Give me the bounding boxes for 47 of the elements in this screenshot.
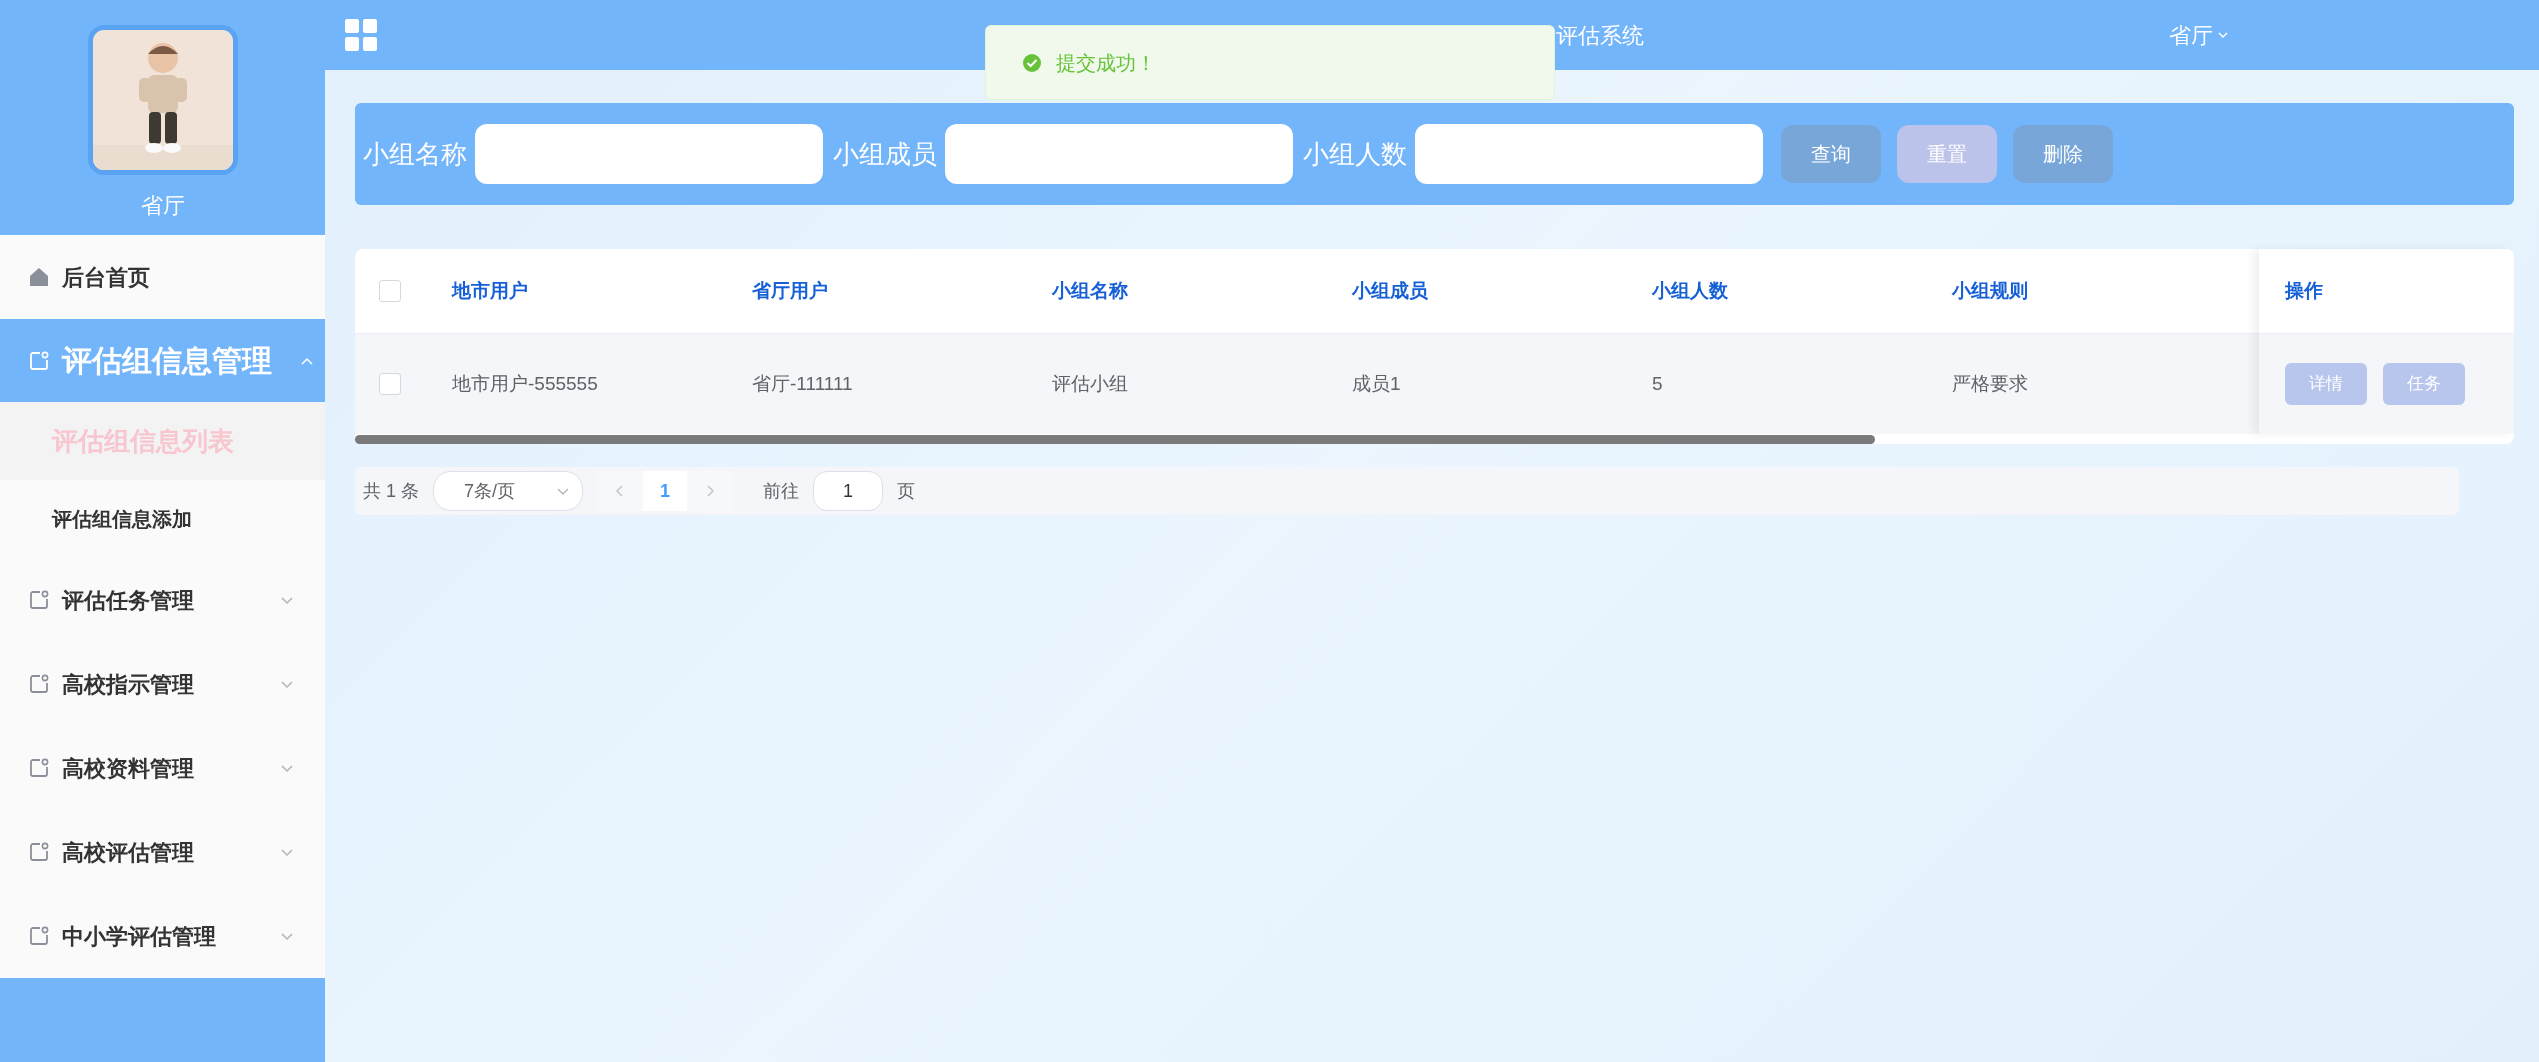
menu-item[interactable]: 中小学评估管理	[0, 894, 325, 978]
submenu-item[interactable]: 评估组信息添加	[0, 480, 325, 558]
toast: 提交成功！	[985, 25, 1555, 100]
checkbox[interactable]	[379, 280, 401, 302]
menu-item[interactable]: 高校资料管理	[0, 726, 325, 810]
field-label: 小组名称	[363, 137, 467, 171]
column-header: 操作	[2285, 278, 2323, 303]
goto-label: 前往	[763, 479, 799, 503]
input-field[interactable]	[945, 124, 1293, 184]
total-count: 共 1 条	[363, 479, 419, 503]
table-cell-text: 严格要求	[1951, 371, 2029, 396]
table-cell-text: 成员1	[1351, 371, 1402, 396]
column-header: 小组成员	[1351, 278, 1429, 303]
menu-item[interactable]: 高校指示管理	[0, 642, 325, 726]
column-header: 省厅用户	[751, 278, 829, 303]
home-icon	[28, 266, 50, 288]
input-field[interactable]	[475, 124, 823, 184]
input-field[interactable]	[1415, 124, 1763, 184]
menu-item[interactable]: 高校评估管理	[0, 810, 325, 894]
page-size-select[interactable]: 7条/页	[433, 471, 583, 511]
page-input[interactable]: 1	[813, 471, 883, 511]
header-title: 评估系统	[1556, 21, 1644, 50]
document-icon	[28, 673, 50, 695]
table-cell-text: 5	[1651, 371, 1664, 396]
table-cell-text: 评估小组	[1051, 371, 1129, 396]
page-suffix: 页	[897, 479, 915, 503]
menu-item[interactable]: 后台首页	[0, 235, 325, 319]
document-icon	[28, 757, 50, 779]
user-name: 省厅	[140, 192, 185, 220]
document-icon	[28, 349, 50, 372]
scrollbar-thumb[interactable]	[355, 435, 1875, 444]
column-header: 小组人数	[1651, 278, 1729, 303]
caret-icon	[2217, 29, 2229, 41]
document-icon	[28, 925, 50, 947]
column-header: 小组名称	[1051, 278, 1129, 303]
check-icon	[1022, 52, 1042, 73]
table-cell-text: 省厅-111111	[751, 371, 854, 396]
column-header: 小组规则	[1951, 278, 2029, 303]
menu-icon	[345, 19, 377, 51]
menu-item[interactable]: 评估任务管理	[0, 558, 325, 642]
field-label: 小组成员	[833, 137, 937, 171]
checkbox[interactable]	[379, 373, 401, 395]
document-icon	[28, 841, 50, 863]
table-cell-text: 地市用户-555555	[451, 371, 599, 396]
document-icon	[28, 589, 50, 611]
field-label: 小组人数	[1303, 137, 1407, 171]
column-header: 地市用户	[450, 278, 529, 303]
